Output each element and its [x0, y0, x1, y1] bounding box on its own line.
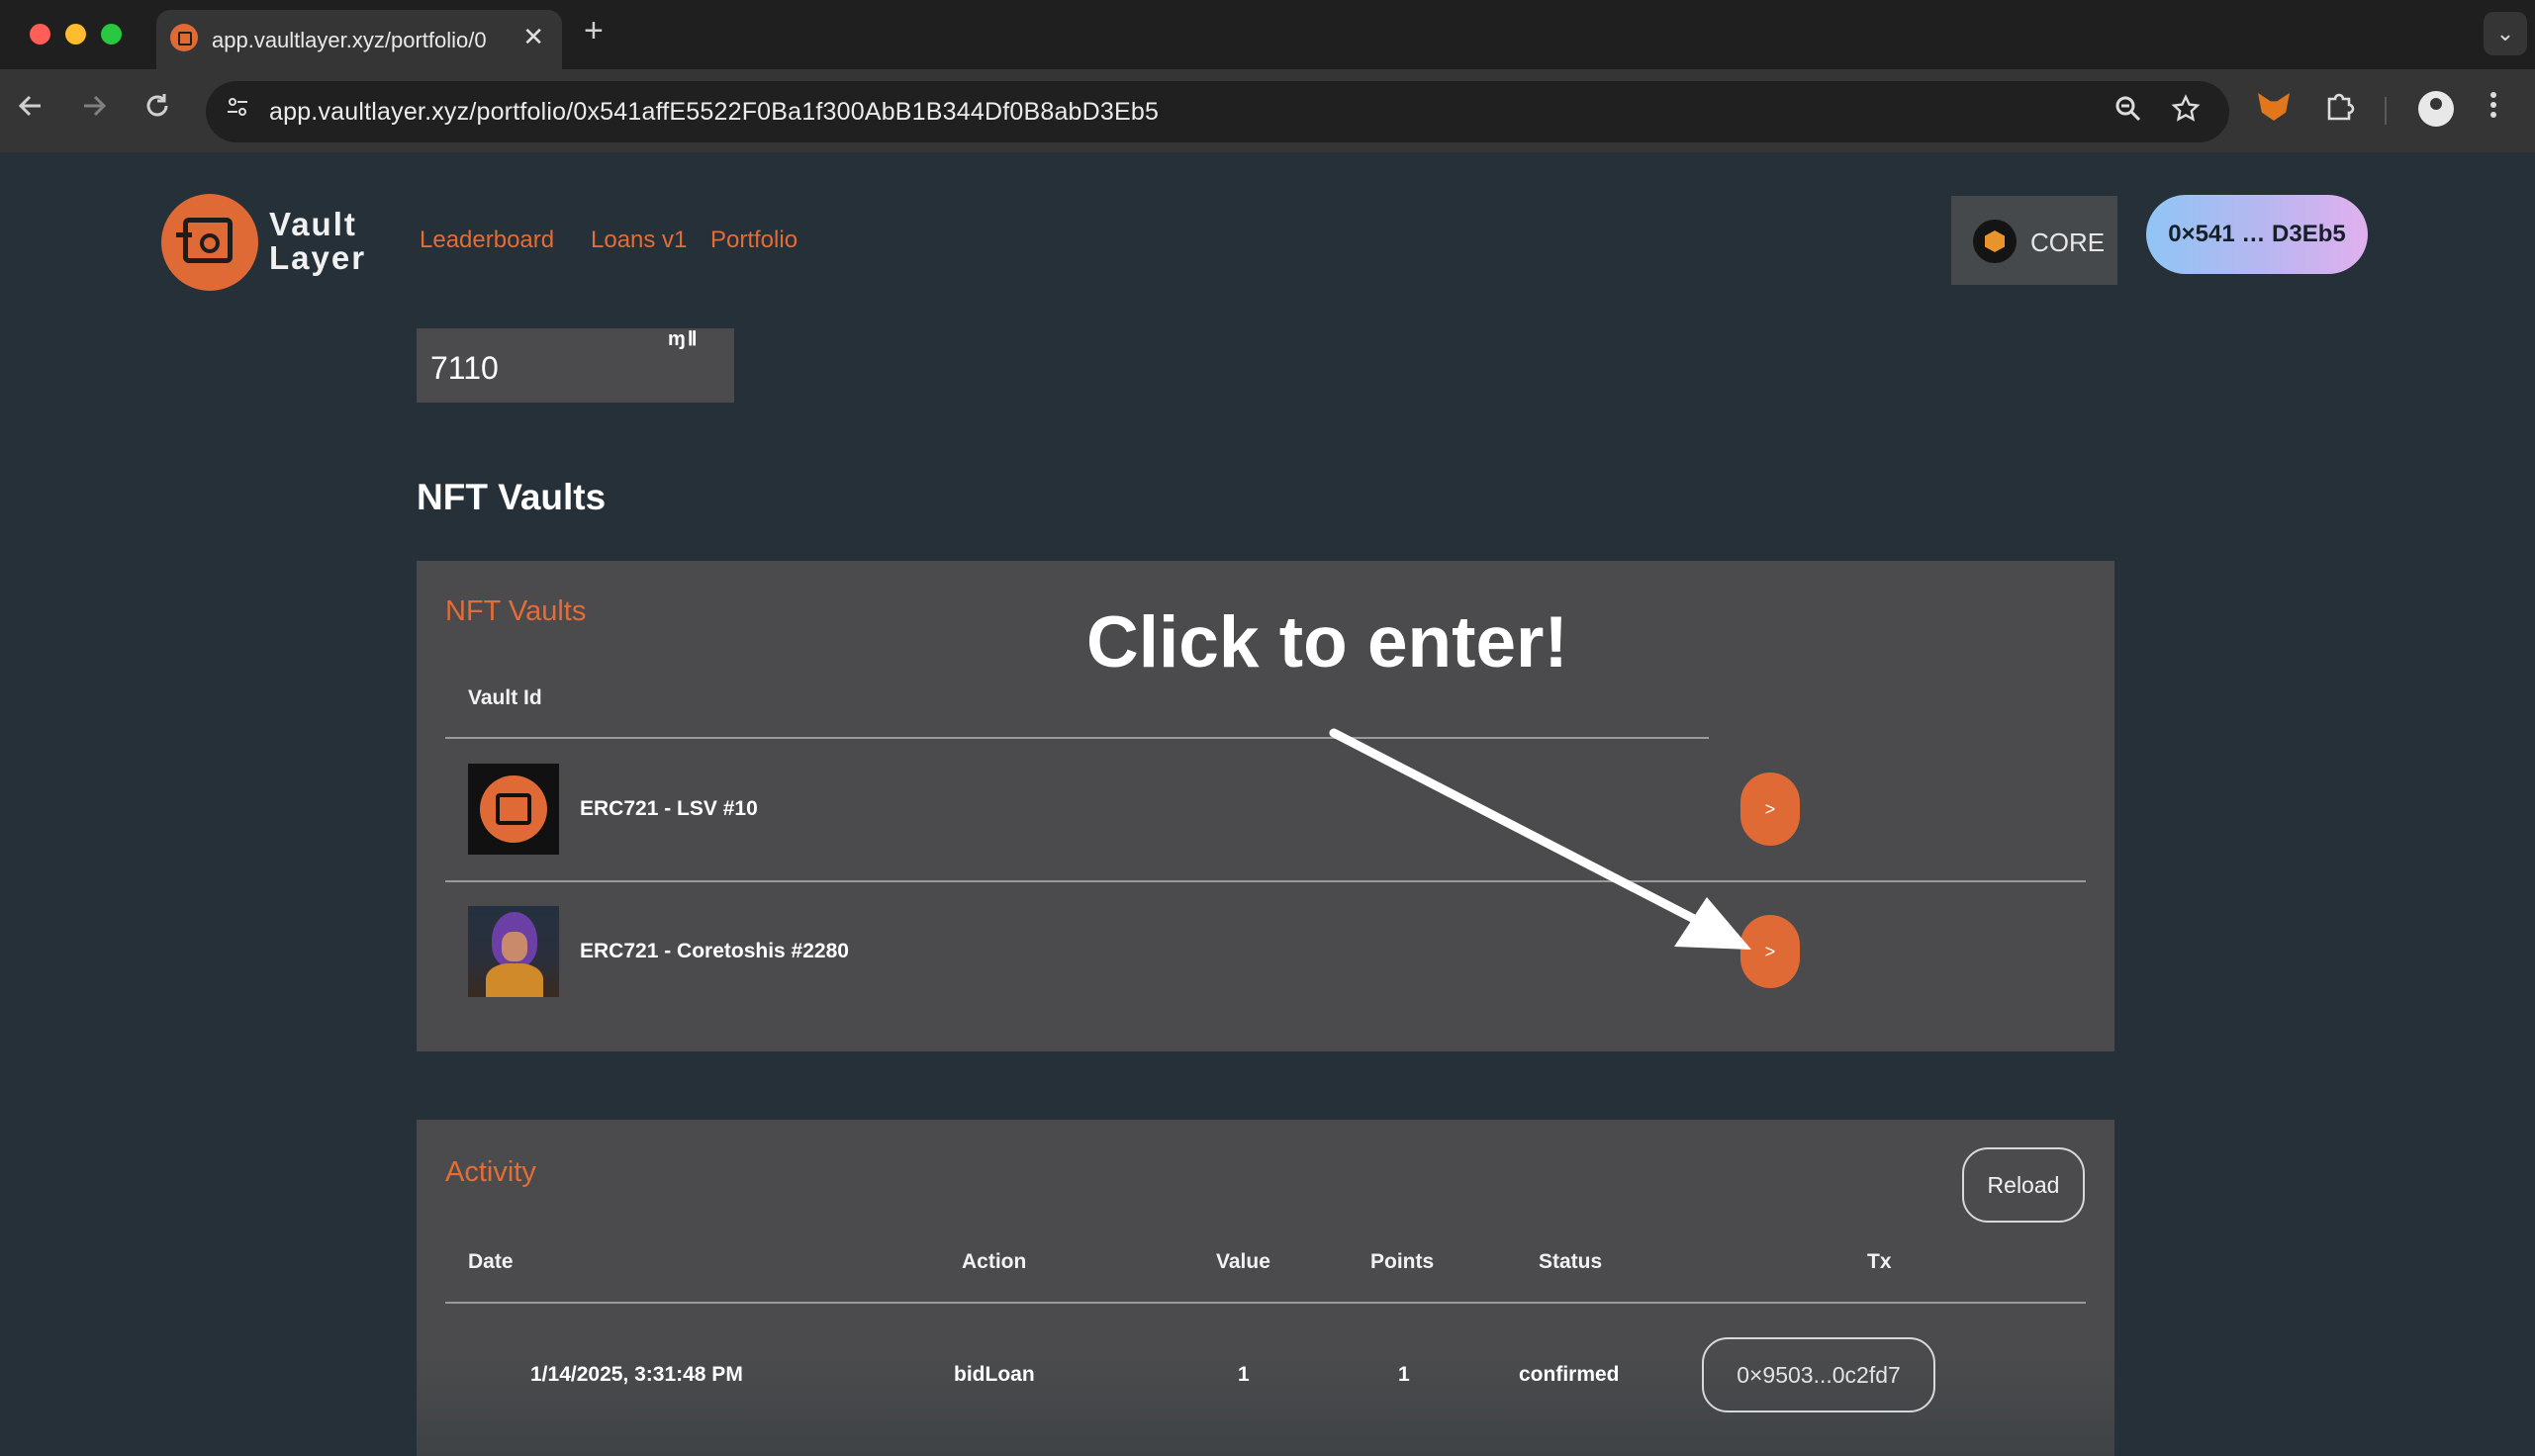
- annotation-arrow-icon: [1329, 728, 1751, 950]
